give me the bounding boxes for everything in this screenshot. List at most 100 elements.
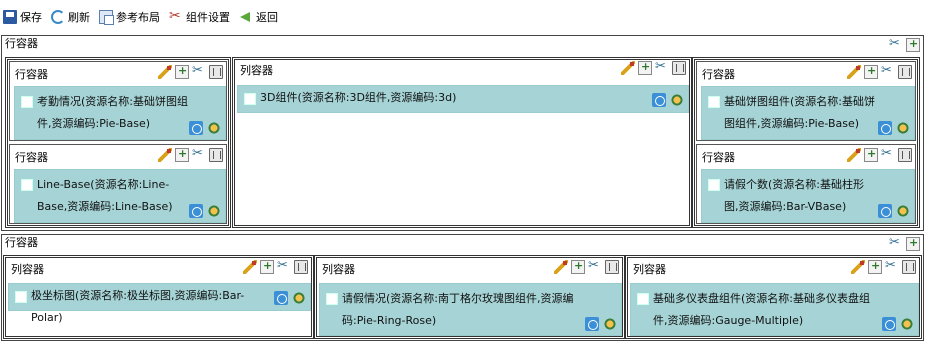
card-actions — [882, 317, 914, 331]
component-label: 3D组件(资源名称:3D组件,资源编码:3d) — [260, 91, 457, 104]
component-card[interactable]: 极坐标图(资源名称:极坐标图,资源编码:Bar-Polar) — [8, 283, 311, 324]
delete-icon[interactable] — [605, 260, 619, 274]
edit-icon[interactable] — [847, 65, 861, 79]
component-checkbox[interactable] — [637, 293, 649, 305]
toolbar: 保存 刷新 参考布局 组件设置 返回 — [0, 0, 930, 33]
refresh-button[interactable]: 刷新 — [51, 9, 90, 25]
component-card[interactable]: 基础多仪表盘组件(资源名称:基础多仪表盘组件,资源编码:Gauge-Multip… — [630, 283, 919, 336]
delete-icon[interactable] — [898, 148, 912, 162]
component-card[interactable]: Line-Base(资源名称:Line-Base,资源编码:Line-Base) — [14, 169, 226, 223]
left-column-group: 行容器 考勤情况(资源名称:基础饼图组件,资源编码:Pie-Base) 行容器 — [5, 57, 231, 228]
component-card[interactable]: 基础饼图组件(资源名称:基础饼图组件,资源编码:Pie-Base) — [701, 86, 915, 140]
tools-icon[interactable] — [889, 235, 903, 251]
config-icon[interactable] — [670, 93, 684, 107]
config-icon[interactable] — [292, 291, 306, 305]
card-actions — [585, 317, 617, 331]
edit-icon[interactable] — [243, 260, 257, 274]
container-title: 列容器 — [322, 263, 355, 276]
add-icon[interactable] — [906, 37, 920, 52]
add-icon[interactable] — [175, 64, 189, 79]
component-label: Line-Base(资源名称:Line-Base,资源编码:Line-Base) — [37, 178, 173, 213]
row-container-left-top: 行容器 考勤情况(资源名称:基础饼图组件,资源编码:Pie-Base) — [9, 61, 227, 141]
refresh-component-icon[interactable] — [878, 204, 892, 218]
container-actions — [847, 146, 912, 162]
column-container-middle: 列容器 3D组件(资源名称:3D组件,资源编码:3d) — [232, 57, 692, 228]
edit-icon[interactable] — [621, 61, 635, 75]
add-icon[interactable] — [868, 259, 882, 274]
container-actions — [621, 59, 686, 75]
component-card[interactable]: 请假情况(资源名称:南丁格尔玫瑰图组件,资源编码:Pie-Ring-Rose) — [319, 283, 622, 336]
component-checkbox[interactable] — [15, 291, 27, 303]
refresh-component-icon[interactable] — [882, 317, 896, 331]
column-container-2: 列容器 请假情况(资源名称:南丁格尔玫瑰图组件,资源编码:Pie-Ring-Ro… — [314, 255, 625, 339]
refresh-component-icon[interactable] — [878, 121, 892, 135]
reference-layout-button[interactable]: 参考布局 — [99, 9, 160, 25]
config-icon[interactable] — [207, 204, 221, 218]
component-checkbox[interactable] — [708, 96, 720, 108]
config-icon[interactable] — [603, 317, 617, 331]
component-card[interactable]: 请假个数(资源名称:基础柱形图,资源编码:Bar-VBase) — [701, 169, 915, 223]
add-icon[interactable] — [638, 60, 652, 75]
component-checkbox[interactable] — [708, 179, 720, 191]
tools-icon[interactable] — [192, 146, 206, 162]
component-card[interactable]: 3D组件(资源名称:3D组件,资源编码:3d) — [237, 85, 689, 113]
tools-icon[interactable] — [889, 36, 903, 52]
edit-icon[interactable] — [158, 148, 172, 162]
component-label: 请假情况(资源名称:南丁格尔玫瑰图组件,资源编码:Pie-Ring-Rose) — [342, 292, 574, 327]
row-container-right-bottom: 行容器 请假个数(资源名称:基础柱形图,资源编码:Bar-VBase) — [696, 144, 916, 224]
tools-icon[interactable] — [881, 63, 895, 79]
back-button[interactable]: 返回 — [239, 9, 278, 25]
delete-icon[interactable] — [294, 260, 308, 274]
tools-icon[interactable] — [588, 258, 602, 274]
tools-icon[interactable] — [277, 258, 291, 274]
container-actions — [554, 258, 619, 274]
delete-icon[interactable] — [672, 61, 686, 75]
delete-icon[interactable] — [209, 65, 223, 79]
component-settings-button[interactable]: 组件设置 — [169, 8, 230, 25]
refresh-component-icon[interactable] — [189, 121, 203, 135]
edit-icon[interactable] — [158, 65, 172, 79]
tools-icon[interactable] — [192, 63, 206, 79]
config-icon[interactable] — [207, 121, 221, 135]
container-actions — [158, 146, 223, 162]
refresh-component-icon[interactable] — [189, 204, 203, 218]
add-icon[interactable] — [571, 259, 585, 274]
tools-icon[interactable] — [881, 146, 895, 162]
add-icon[interactable] — [906, 236, 920, 251]
component-checkbox[interactable] — [21, 179, 33, 191]
config-icon[interactable] — [896, 121, 910, 135]
row-container-title: 行容器 — [5, 236, 38, 249]
tools-icon[interactable] — [655, 59, 669, 75]
add-icon[interactable] — [175, 147, 189, 162]
component-checkbox[interactable] — [326, 293, 338, 305]
add-icon[interactable] — [864, 64, 878, 79]
container-actions — [158, 63, 223, 79]
component-label: 极坐标图(资源名称:极坐标图,资源编码:Bar-Polar) — [31, 289, 245, 324]
component-checkbox[interactable] — [244, 93, 256, 105]
edit-icon[interactable] — [847, 148, 861, 162]
delete-icon[interactable] — [902, 260, 916, 274]
refresh-component-icon[interactable] — [274, 291, 288, 305]
add-icon[interactable] — [260, 259, 274, 274]
edit-icon[interactable] — [851, 260, 865, 274]
tools-icon[interactable] — [885, 258, 899, 274]
right-column-group: 行容器 基础饼图组件(资源名称:基础饼图组件,资源编码:Pie-Base) 行容… — [692, 57, 920, 228]
container-title: 行容器 — [702, 151, 735, 164]
component-card[interactable]: 考勤情况(资源名称:基础饼图组件,资源编码:Pie-Base) — [14, 86, 226, 140]
config-icon[interactable] — [896, 204, 910, 218]
row-container-actions — [889, 235, 920, 251]
component-label: 请假个数(资源名称:基础柱形图,资源编码:Bar-VBase) — [724, 178, 864, 213]
component-checkbox[interactable] — [21, 96, 33, 108]
tools-icon — [169, 8, 183, 24]
delete-icon[interactable] — [209, 148, 223, 162]
refresh-component-icon[interactable] — [585, 317, 599, 331]
edit-icon[interactable] — [554, 260, 568, 274]
add-icon[interactable] — [864, 147, 878, 162]
delete-icon[interactable] — [898, 65, 912, 79]
row-container-title: 行容器 — [5, 37, 38, 50]
save-button[interactable]: 保存 — [3, 9, 42, 25]
container-title: 列容器 — [240, 64, 273, 77]
component-label: 基础饼图组件(资源名称:基础饼图组件,资源编码:Pie-Base) — [724, 95, 875, 130]
refresh-component-icon[interactable] — [652, 93, 666, 107]
config-icon[interactable] — [900, 317, 914, 331]
